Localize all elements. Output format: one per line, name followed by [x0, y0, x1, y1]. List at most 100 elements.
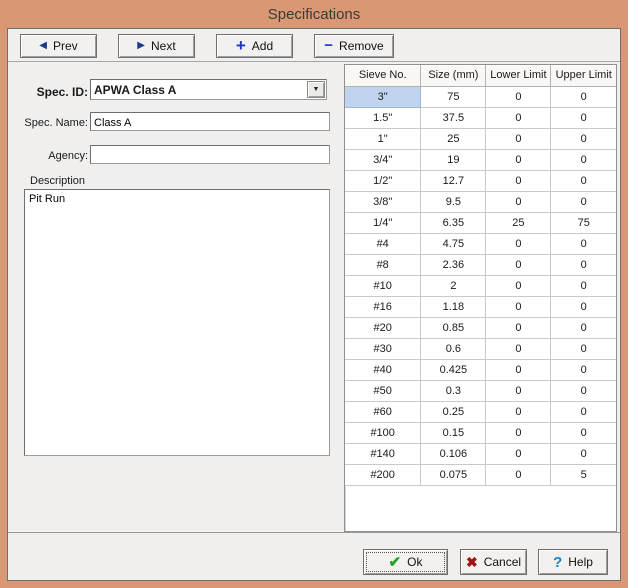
table-cell[interactable]: 0 [551, 422, 616, 443]
table-cell[interactable]: 0 [486, 233, 551, 254]
table-cell[interactable]: 0 [551, 401, 616, 422]
table-cell[interactable]: 5 [551, 464, 616, 485]
spec-name-input[interactable] [90, 112, 330, 131]
table-cell[interactable]: 2.36 [421, 254, 486, 275]
table-cell[interactable]: 0.3 [421, 380, 486, 401]
table-cell[interactable]: 0 [486, 401, 551, 422]
table-cell[interactable]: 1.5" [345, 107, 421, 128]
table-cell[interactable]: 0 [551, 233, 616, 254]
description-textarea[interactable]: Pit Run [24, 189, 330, 456]
table-cell[interactable]: 6.35 [421, 212, 486, 233]
table-cell[interactable]: 4.75 [421, 233, 486, 254]
table-cell[interactable]: #4 [345, 233, 421, 254]
table-cell[interactable]: 0 [486, 149, 551, 170]
cancel-button-label: Cancel [484, 555, 521, 569]
table-cell[interactable]: 0 [551, 254, 616, 275]
table-cell[interactable]: 19 [421, 149, 486, 170]
next-button[interactable]: ▶ Next [118, 34, 195, 58]
table-cell[interactable]: #140 [345, 443, 421, 464]
table-cell[interactable]: 0 [551, 170, 616, 191]
table-cell[interactable]: 0 [551, 338, 616, 359]
table-row: 3/4"1900 [345, 149, 616, 170]
table-cell[interactable]: 12.7 [421, 170, 486, 191]
left-arrow-icon: ◀ [39, 41, 47, 51]
table-cell[interactable]: 0 [486, 170, 551, 191]
table-cell[interactable]: 75 [421, 86, 486, 107]
table-cell[interactable]: 0.85 [421, 317, 486, 338]
ok-button-label: Ok [407, 555, 422, 569]
table-cell[interactable]: 0 [486, 191, 551, 212]
table-cell[interactable]: 0 [486, 254, 551, 275]
table-cell[interactable]: 0.075 [421, 464, 486, 485]
table-cell[interactable]: 0 [551, 149, 616, 170]
cancel-button[interactable]: ✖ Cancel [460, 549, 527, 575]
table-cell[interactable]: #30 [345, 338, 421, 359]
remove-button-label: Remove [339, 39, 384, 53]
table-cell[interactable]: 0 [486, 422, 551, 443]
table-cell[interactable]: 2 [421, 275, 486, 296]
table-cell[interactable]: 0 [486, 359, 551, 380]
table-cell[interactable]: 0 [486, 296, 551, 317]
table-cell[interactable]: #100 [345, 422, 421, 443]
table-cell[interactable]: 0 [551, 86, 616, 107]
table-cell[interactable]: #16 [345, 296, 421, 317]
table-cell[interactable]: #20 [345, 317, 421, 338]
table-cell[interactable]: 0 [551, 380, 616, 401]
table-cell[interactable]: 0 [486, 443, 551, 464]
table-cell[interactable]: 0 [551, 317, 616, 338]
add-button[interactable]: + Add [216, 34, 293, 58]
dropdown-arrow-button[interactable]: ▼ [307, 81, 325, 98]
table-cell[interactable]: 9.5 [421, 191, 486, 212]
table-cell[interactable]: 3/8" [345, 191, 421, 212]
table-cell[interactable]: 0 [551, 275, 616, 296]
table-cell[interactable]: #200 [345, 464, 421, 485]
table-cell[interactable]: 0 [551, 296, 616, 317]
table-cell[interactable]: 0 [551, 191, 616, 212]
table-cell[interactable]: 25 [486, 212, 551, 233]
table-cell[interactable]: 0.6 [421, 338, 486, 359]
table-row: #600.2500 [345, 401, 616, 422]
table-row: #2000.07505 [345, 464, 616, 485]
table-cell[interactable]: 0 [551, 128, 616, 149]
table-cell[interactable]: #50 [345, 380, 421, 401]
table-cell[interactable]: #8 [345, 254, 421, 275]
table-cell[interactable]: 0 [486, 317, 551, 338]
table-cell[interactable]: 0 [486, 380, 551, 401]
table-row: 1"2500 [345, 128, 616, 149]
table-cell[interactable]: 1.18 [421, 296, 486, 317]
table-cell[interactable]: 25 [421, 128, 486, 149]
table-cell[interactable]: 0 [551, 443, 616, 464]
ok-button[interactable]: ✔ Ok [363, 549, 448, 575]
table-cell[interactable]: 0 [486, 128, 551, 149]
table-cell[interactable]: #60 [345, 401, 421, 422]
table-cell[interactable]: #10 [345, 275, 421, 296]
table-cell[interactable]: 3" [345, 86, 421, 107]
prev-button[interactable]: ◀ Prev [20, 34, 97, 58]
table-cell[interactable]: 0.106 [421, 443, 486, 464]
spec-id-dropdown[interactable]: APWA Class A ▼ [90, 79, 327, 100]
table-cell[interactable]: #40 [345, 359, 421, 380]
table-cell[interactable]: 0 [486, 107, 551, 128]
table-row: #161.1800 [345, 296, 616, 317]
table-cell[interactable]: 0.25 [421, 401, 486, 422]
table-cell[interactable]: 1/4" [345, 212, 421, 233]
table-cell[interactable]: 0 [486, 464, 551, 485]
table-cell[interactable]: 1/2" [345, 170, 421, 191]
col-header-upper-limit: Upper Limit [551, 65, 616, 86]
table-cell[interactable]: 1" [345, 128, 421, 149]
help-button[interactable]: ? Help [538, 549, 608, 575]
table-cell[interactable]: 0.15 [421, 422, 486, 443]
table-cell[interactable]: 0 [551, 359, 616, 380]
remove-button[interactable]: − Remove [314, 34, 394, 58]
agency-input[interactable] [90, 145, 330, 164]
table-cell[interactable]: 0 [486, 86, 551, 107]
table-cell[interactable]: 0 [486, 338, 551, 359]
col-header-size-mm: Size (mm) [421, 65, 486, 86]
table-cell[interactable]: 0 [551, 107, 616, 128]
table-cell[interactable]: 37.5 [421, 107, 486, 128]
table-cell[interactable]: 75 [551, 212, 616, 233]
table-row: #1400.10600 [345, 443, 616, 464]
table-cell[interactable]: 0.425 [421, 359, 486, 380]
table-cell[interactable]: 0 [486, 275, 551, 296]
table-cell[interactable]: 3/4" [345, 149, 421, 170]
